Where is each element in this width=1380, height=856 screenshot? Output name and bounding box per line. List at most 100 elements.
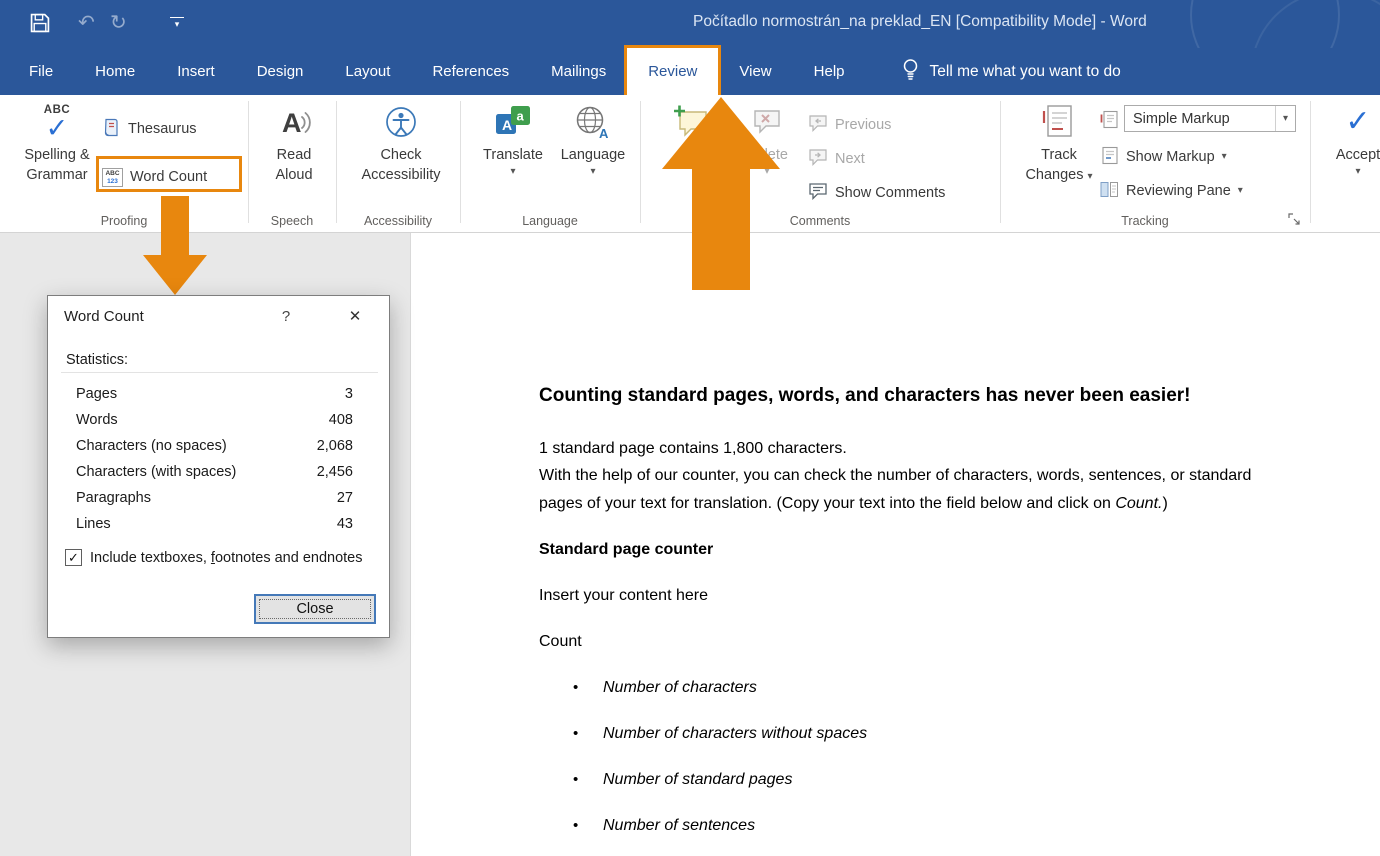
title-bar: ↶ ↻ ▾ Počítadlo normostrán_na preklad_EN… xyxy=(0,0,1380,48)
doc-paragraph: Insert your content here xyxy=(539,587,708,605)
accept-button[interactable]: ✓ Accept ▾ xyxy=(1322,95,1380,179)
doc-bullet-item: •Number of standard pages xyxy=(573,771,792,789)
include-textboxes-checkbox[interactable]: ✓ xyxy=(65,549,82,566)
redo-icon[interactable]: ↻ xyxy=(110,11,127,35)
tab-layout[interactable]: Layout xyxy=(324,48,411,95)
tell-me-box[interactable]: Tell me what you want to do xyxy=(902,48,1121,95)
display-for-review-select[interactable]: Simple Markup ▾ xyxy=(1124,105,1296,132)
tab-design[interactable]: Design xyxy=(236,48,325,95)
bullet-icon: • xyxy=(573,725,603,742)
tracking-dialog-launcher-icon[interactable] xyxy=(1288,213,1303,228)
statistics-table: Pages3 Words408 Characters (no spaces)2,… xyxy=(48,382,389,538)
word-window: ↶ ↻ ▾ Počítadlo normostrán_na preklad_EN… xyxy=(0,0,1380,856)
table-row: Characters (no spaces)2,068 xyxy=(48,434,389,460)
lightbulb-icon xyxy=(902,58,919,86)
show-comments-icon xyxy=(808,182,828,204)
group-label-tracking: Tracking xyxy=(1000,214,1290,228)
spelling-grammar-button[interactable]: ABC ✓ Spelling & Grammar xyxy=(14,95,100,185)
ribbon-tab-bar: File Home Insert Design Layout Reference… xyxy=(0,48,1380,95)
dropdown-arrow-icon: ▾ xyxy=(1088,171,1093,182)
tab-mailings[interactable]: Mailings xyxy=(530,48,627,95)
word-count-highlight-box xyxy=(96,156,242,192)
dialog-help-icon[interactable]: ? xyxy=(276,308,296,325)
divider xyxy=(61,372,378,373)
word-count-dialog: Word Count ? ✕ Statistics: Pages3 Words4… xyxy=(47,295,390,638)
thesaurus-icon xyxy=(102,118,121,141)
group-label-proofing: Proofing xyxy=(0,214,248,228)
dropdown-arrow-icon: ▾ xyxy=(1222,150,1227,164)
group-label-speech: Speech xyxy=(248,214,336,228)
customize-quick-access-icon[interactable]: ▾ xyxy=(170,17,184,30)
dropdown-arrow-icon: ▾ xyxy=(510,165,515,179)
doc-paragraph: 1 standard page contains 1,800 character… xyxy=(539,440,847,458)
accept-check-icon: ✓ xyxy=(1345,99,1370,145)
table-row: Paragraphs27 xyxy=(48,486,389,512)
tab-view[interactable]: View xyxy=(718,48,792,95)
doc-subheading: Standard page counter xyxy=(539,541,713,559)
dropdown-arrow-icon: ▾ xyxy=(590,165,595,179)
doc-paragraph: pages of your text for translation. (Cop… xyxy=(539,495,1168,513)
svg-text:A: A xyxy=(282,108,302,138)
combo-dropdown-icon[interactable]: ▾ xyxy=(1275,106,1295,131)
dropdown-arrow-icon: ▾ xyxy=(1238,184,1243,198)
tab-file[interactable]: File xyxy=(8,48,74,95)
group-divider xyxy=(460,101,461,223)
doc-paragraph: With the help of our counter, you can ch… xyxy=(539,467,1251,485)
language-globe-icon: A xyxy=(575,99,611,145)
show-markup-button[interactable]: Show Markup ▾ xyxy=(1100,143,1227,171)
translate-button[interactable]: A a Translate ▾ xyxy=(476,95,550,179)
read-aloud-button[interactable]: A Read Aloud xyxy=(254,95,334,185)
dropdown-arrow-icon: ▾ xyxy=(1355,165,1360,179)
document-page[interactable]: Counting standard pages, words, and char… xyxy=(410,233,1380,856)
bullet-icon: • xyxy=(573,679,603,696)
reviewing-pane-icon xyxy=(1100,180,1119,203)
show-comments-button[interactable]: Show Comments xyxy=(808,179,945,207)
annotation-arrow-up-head xyxy=(662,97,780,169)
window-title: Počítadlo normostrán_na preklad_EN [Comp… xyxy=(693,13,1147,31)
doc-bullet-item: •Number of sentences xyxy=(573,817,755,835)
check-accessibility-icon xyxy=(384,99,418,145)
tab-home[interactable]: Home xyxy=(74,48,156,95)
annotation-arrow-up-shaft xyxy=(692,167,750,290)
check-accessibility-button[interactable]: Check Accessibility xyxy=(346,95,456,185)
doc-bullet-item: •Number of characters xyxy=(573,679,757,697)
table-row: Words408 xyxy=(48,408,389,434)
statistics-label: Statistics: xyxy=(66,352,128,368)
undo-icon[interactable]: ↶ xyxy=(78,11,95,35)
tab-help[interactable]: Help xyxy=(793,48,866,95)
svg-text:A: A xyxy=(502,117,512,133)
group-divider xyxy=(336,101,337,223)
bullet-icon: • xyxy=(573,817,603,834)
dialog-close-icon[interactable]: ✕ xyxy=(344,307,366,325)
tab-insert[interactable]: Insert xyxy=(156,48,236,95)
group-label-accessibility: Accessibility xyxy=(336,214,460,228)
doc-heading: Counting standard pages, words, and char… xyxy=(539,385,1190,407)
next-comment-button[interactable]: Next xyxy=(808,145,865,173)
display-for-review-icon xyxy=(1100,110,1119,134)
translate-icon: A a xyxy=(495,99,531,145)
tell-me-label: Tell me what you want to do xyxy=(930,63,1121,81)
group-divider xyxy=(1000,101,1001,223)
reviewing-pane-button[interactable]: Reviewing Pane ▾ xyxy=(1100,177,1243,205)
table-row: Characters (with spaces)2,456 xyxy=(48,460,389,486)
close-button[interactable]: Close xyxy=(254,594,376,624)
save-icon[interactable] xyxy=(30,13,50,38)
group-divider xyxy=(640,101,641,223)
group-divider xyxy=(248,101,249,223)
language-button[interactable]: A Language ▾ xyxy=(554,95,632,179)
doc-bullet-item: •Number of characters without spaces xyxy=(573,725,867,743)
checkmark-icon: ✓ xyxy=(68,550,79,566)
checkbox-label: Include textboxes, footnotes and endnote… xyxy=(90,550,363,566)
previous-comment-button[interactable]: Previous xyxy=(808,111,891,139)
bullet-icon: • xyxy=(573,771,603,788)
table-row: Lines43 xyxy=(48,512,389,538)
show-markup-icon xyxy=(1100,146,1119,169)
table-row: Pages3 xyxy=(48,382,389,408)
svg-text:a: a xyxy=(517,109,525,124)
dialog-title: Word Count xyxy=(64,308,144,325)
tab-references[interactable]: References xyxy=(411,48,530,95)
doc-paragraph: Count xyxy=(539,633,582,651)
thesaurus-button[interactable]: Thesaurus xyxy=(102,115,197,143)
track-changes-button[interactable]: Track Changes ▾ xyxy=(1022,95,1096,185)
tab-review[interactable]: Review xyxy=(627,48,718,95)
